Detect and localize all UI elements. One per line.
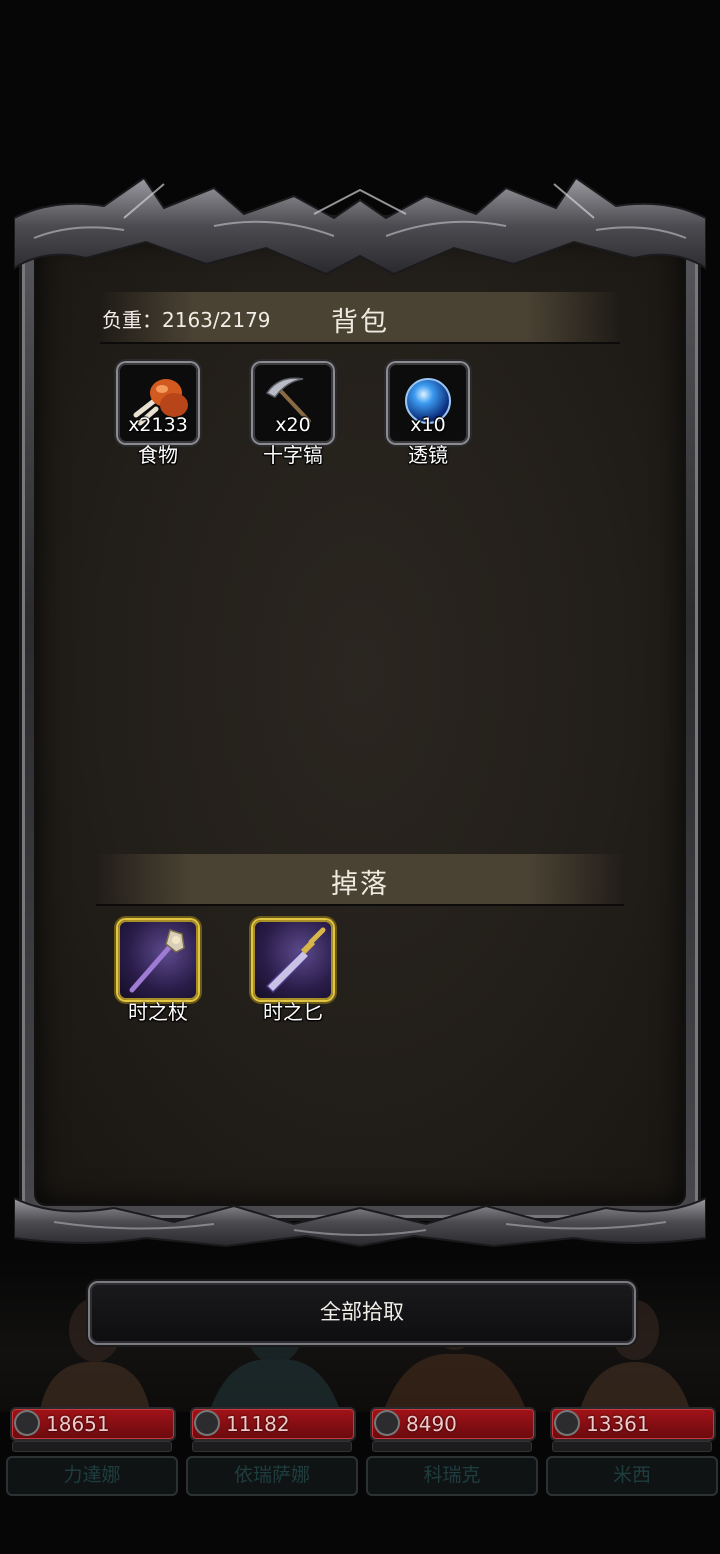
bag-item-pickaxe[interactable]: x20 十字镐 (253, 363, 337, 467)
hp-bar-1: 18651 (10, 1407, 176, 1441)
sword-icon (374, 1410, 400, 1436)
secondary-bar-2 (192, 1441, 352, 1452)
party-name-1[interactable]: 力達娜 (6, 1456, 178, 1496)
party-name-4[interactable]: 米西 (546, 1456, 718, 1496)
item-count: x10 (410, 414, 446, 436)
hp-value: 8490 (406, 1412, 457, 1436)
item-name: 时之杖 (128, 1000, 188, 1024)
item-name: 透镜 (408, 443, 448, 467)
item-name: 食物 (138, 443, 178, 467)
bag-item-food[interactable]: x2133 食物 (118, 363, 202, 467)
secondary-bar-1 (12, 1441, 172, 1452)
dagger-icon (265, 927, 326, 994)
hp-value: 11182 (226, 1412, 290, 1436)
item-count: x20 (275, 414, 311, 436)
drop-item-staff[interactable]: 时之杖 (118, 920, 202, 1024)
weight-label: 负重：2163/2179 (102, 308, 271, 332)
item-slot[interactable] (118, 920, 198, 1000)
item-count: x2133 (128, 414, 188, 436)
party-name-2[interactable]: 依瑞萨娜 (186, 1456, 358, 1496)
sword-icon (14, 1410, 40, 1436)
item-name: 十字镐 (263, 443, 323, 467)
hp-value: 18651 (46, 1412, 110, 1436)
secondary-bar-3 (372, 1441, 532, 1452)
sword-icon (554, 1410, 580, 1436)
hp-bar-2: 11182 (190, 1407, 356, 1441)
item-slot[interactable] (253, 920, 333, 1000)
hp-bar-4: 13361 (550, 1407, 716, 1441)
pickup-all-button[interactable]: 全部拾取 (88, 1281, 636, 1345)
drops-header: 掉落 (96, 854, 624, 906)
secondary-bar-4 (552, 1441, 712, 1452)
bottom-ornament-icon (14, 1196, 706, 1248)
drops-title: 掉落 (331, 869, 389, 900)
party-name-3[interactable]: 科瑞克 (366, 1456, 538, 1496)
hp-value: 13361 (586, 1412, 650, 1436)
drop-item-dagger[interactable]: 时之匕 (253, 920, 337, 1024)
sword-icon (194, 1410, 220, 1436)
item-name: 时之匕 (263, 1000, 323, 1024)
bag-item-lens[interactable]: x10 透镜 (388, 363, 472, 467)
staff-icon (129, 929, 185, 993)
hp-bar-3: 8490 (370, 1407, 536, 1441)
top-ornament-icon (14, 178, 706, 276)
